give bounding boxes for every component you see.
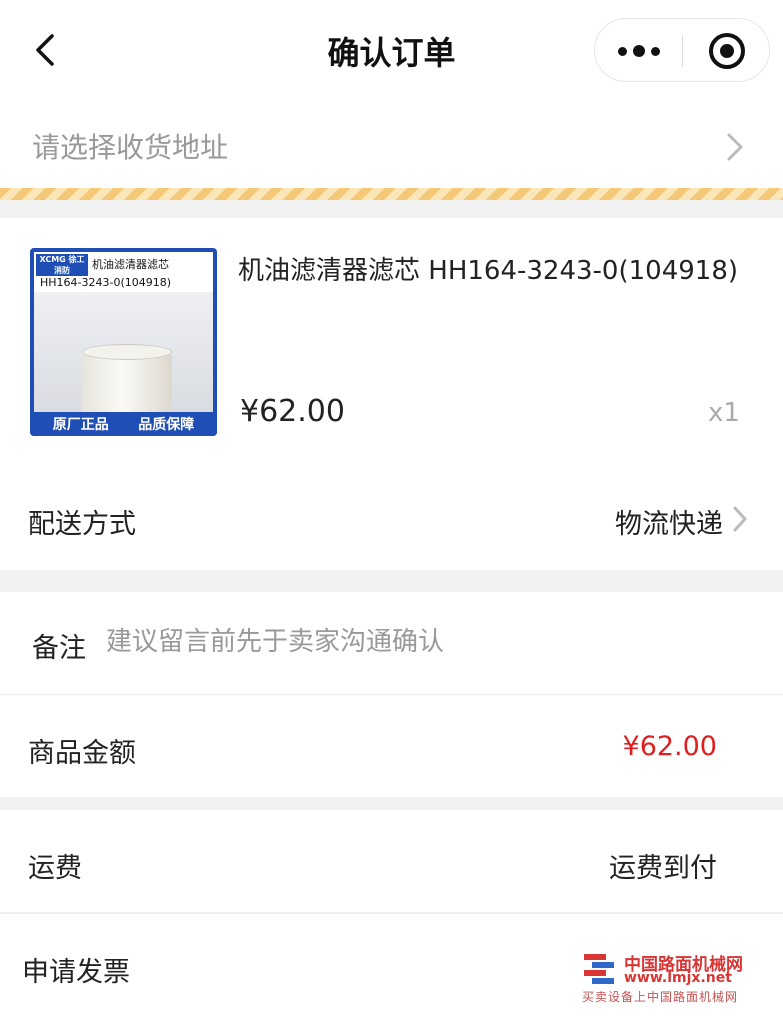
amount-label: 商品金额 bbox=[28, 738, 136, 769]
chevron-right-icon bbox=[724, 130, 746, 164]
product-thumbnail[interactable]: XCMG 徐工消防 机油滤清器滤芯 HH164-3243-0(104918) 原… bbox=[30, 248, 217, 436]
product-photo bbox=[34, 292, 213, 430]
nav-bar: 确认订单 bbox=[0, 0, 783, 100]
address-placeholder: 请选择收货地址 bbox=[32, 131, 229, 164]
thumbnail-code: HH164-3243-0(104918) bbox=[40, 276, 172, 289]
watermark-url: www.lmjx.net bbox=[624, 970, 732, 986]
delivery-value: 物流快递 bbox=[615, 509, 723, 540]
delivery-method-row[interactable]: 配送方式 物流快递 bbox=[0, 466, 783, 570]
brand-logo: XCMG 徐工消防 bbox=[36, 254, 88, 276]
shipping-value: 运费到付 bbox=[609, 853, 717, 884]
chevron-right-icon bbox=[731, 504, 749, 534]
product-title: 机油滤清器滤芯 HH164-3243-0(104918) bbox=[238, 256, 739, 286]
remark-input[interactable] bbox=[106, 620, 746, 664]
thumbnail-name: 机油滤清器滤芯 bbox=[92, 258, 169, 271]
site-watermark: 中国路面机械网 www.lmjx.net 买卖设备上中国路面机械网 bbox=[582, 950, 772, 1006]
watermark-logo-icon bbox=[584, 954, 614, 984]
more-button[interactable] bbox=[595, 19, 683, 83]
goods-amount-row: 商品金额 ¥62.00 bbox=[0, 695, 783, 797]
delivery-label: 配送方式 bbox=[28, 509, 136, 540]
shipping-fee-row: 运费 运费到付 bbox=[0, 810, 783, 912]
remark-label: 备注 bbox=[32, 633, 86, 664]
amount-value: ¥62.00 bbox=[622, 731, 717, 762]
product-price: ¥62.00 bbox=[240, 394, 345, 429]
close-miniprogram-button[interactable] bbox=[683, 19, 771, 83]
badge-quality: 品质保障 bbox=[138, 417, 195, 433]
product-quantity: x1 bbox=[708, 398, 740, 428]
target-close-icon bbox=[709, 33, 745, 69]
badge-genuine: 原厂正品 bbox=[52, 417, 109, 433]
shipping-label: 运费 bbox=[28, 853, 82, 884]
address-stripe-border bbox=[0, 188, 783, 200]
remark-row: 备注 bbox=[0, 592, 783, 694]
invoice-label: 申请发票 bbox=[22, 957, 130, 988]
more-dots-icon bbox=[618, 46, 627, 56]
address-selector[interactable]: 请选择收货地址 bbox=[0, 100, 783, 188]
watermark-subtitle: 买卖设备上中国路面机械网 bbox=[582, 990, 739, 1004]
menu-capsule bbox=[594, 18, 770, 82]
product-card: XCMG 徐工消防 机油滤清器滤芯 HH164-3243-0(104918) 原… bbox=[0, 218, 783, 466]
